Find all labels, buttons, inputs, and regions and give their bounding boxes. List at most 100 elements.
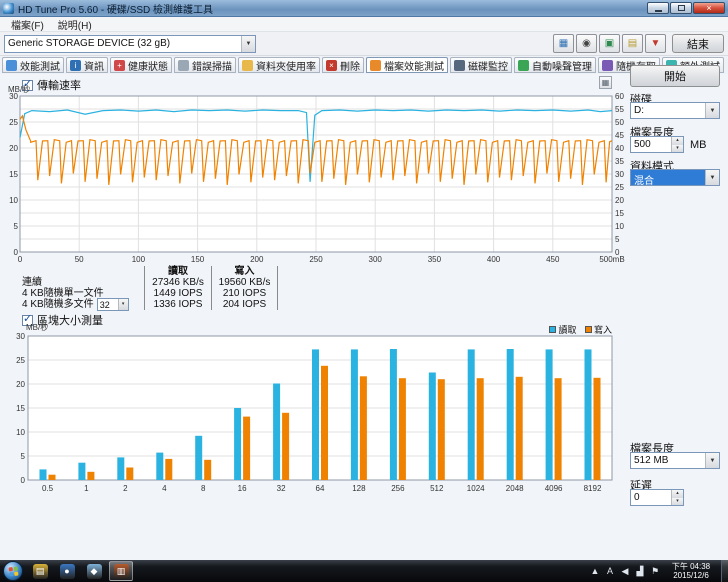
svg-text:MB/秒: MB/秒	[26, 322, 48, 332]
delay-field: ▴▾	[630, 489, 684, 506]
client-area: ✓ 傳輸速率 ▦ MB/秒051015202530051015202530354…	[0, 74, 728, 560]
svg-text:10: 10	[16, 428, 25, 437]
show-desktop-button[interactable]	[721, 560, 728, 582]
hdtune-app-icon	[3, 3, 14, 14]
taskbar-app-hdtune[interactable]: ▥	[109, 561, 133, 581]
taskbar-app-folder[interactable]: ▤	[28, 561, 52, 581]
tab-label: 效能測試	[20, 58, 60, 73]
delay-input[interactable]	[631, 490, 671, 505]
tab-benchmark[interactable]: 效能測試	[2, 57, 64, 73]
erase-icon: ×	[326, 60, 337, 71]
svg-text:200: 200	[250, 255, 264, 264]
disk-info-icon: ▦	[559, 38, 568, 49]
file-length-spinner[interactable]: ▴▾	[671, 137, 683, 152]
svg-text:15: 15	[9, 170, 18, 179]
svg-text:10: 10	[9, 196, 18, 205]
chevron-down-icon: ▼	[705, 453, 719, 468]
tab-label: 資料夾使用率	[256, 58, 316, 73]
row-label: 連續	[20, 277, 144, 288]
taskbar-app-hdtune-icon: ▥	[114, 564, 129, 579]
menu-file[interactable]: 檔案(F)	[4, 16, 51, 33]
copy-icon-button[interactable]: ▣	[599, 34, 620, 53]
file-length-field: ▴▾	[630, 136, 684, 153]
tab-label: 刪除	[340, 58, 360, 73]
minimize-button[interactable]	[647, 2, 669, 14]
toolbar-icon-buttons: ▦ ◉▣ ▤ ▼	[553, 34, 666, 53]
svg-text:30: 30	[16, 332, 25, 341]
tab-file-benchmark[interactable]: 檔案效能測試	[366, 57, 448, 73]
svg-text:16: 16	[238, 484, 247, 493]
tab-aam[interactable]: 自動噪聲管理	[514, 57, 596, 73]
tab-erase[interactable]: ×刪除	[322, 57, 364, 73]
tab-label: 檔案效能測試	[384, 58, 444, 73]
table-row-random-single: 4 KB隨機單一文件 1449 IOPS 210 IOPS	[20, 288, 278, 299]
legend-read-label: 讀取	[558, 323, 576, 336]
device-toolbar: Generic STORAGE DEVICE (32 gB) ▼ ▦ ◉▣ ▤ ▼ 結…	[0, 32, 728, 56]
menu-bar: 檔案(F) 說明(H)	[0, 17, 728, 32]
svg-text:35: 35	[615, 157, 624, 166]
camera-icon-button[interactable]: ◉	[576, 34, 597, 53]
read-column-header: 讀取	[144, 266, 211, 277]
row-write-value: 19560 KB/s	[211, 277, 278, 288]
queue-depth-select[interactable]: 32 ▾	[97, 298, 129, 311]
svg-text:0: 0	[18, 255, 23, 264]
svg-text:8: 8	[201, 484, 206, 493]
close-button[interactable]: ×	[693, 2, 725, 14]
start-menu-button[interactable]	[3, 561, 23, 581]
titlebar: HD Tune Pro 5.60 - 硬碟/SSD 檢測維護工具 ×	[0, 0, 728, 17]
save-icon-button[interactable]: ▤	[622, 34, 643, 53]
svg-text:32: 32	[277, 484, 286, 493]
network-icon[interactable]: ▟	[634, 566, 646, 577]
block-file-length-value: 512 MB	[631, 453, 705, 468]
taskbar-app-browser[interactable]: ●	[55, 561, 79, 581]
block-size-chart: MB/秒0510152025300.5124816326412825651210…	[6, 320, 628, 498]
device-select[interactable]: Generic STORAGE DEVICE (32 gB) ▼	[4, 35, 256, 53]
ime-language-icon[interactable]: A	[604, 566, 616, 576]
menu-help[interactable]: 說明(H)	[51, 16, 99, 33]
screen: HD Tune Pro 5.60 - 硬碟/SSD 檢測維護工具 × 檔案(F)…	[0, 0, 728, 582]
start-button[interactable]: 開始	[630, 65, 720, 87]
disk-info-icon-button[interactable]: ▦	[553, 34, 574, 53]
svg-text:5: 5	[21, 452, 26, 461]
row-read-value: 1336 IOPS	[144, 299, 211, 310]
volume-icon[interactable]: ◀	[619, 566, 631, 577]
tab-health[interactable]: +健康狀態	[110, 57, 172, 73]
table-row-sequential: 連續 27346 KB/s 19560 KB/s	[20, 277, 278, 288]
tray-time: 下午 04:38	[665, 562, 717, 571]
data-pattern-select[interactable]: 混合 ▼	[630, 169, 720, 186]
random-access-icon	[602, 60, 613, 71]
action-center-flag-icon[interactable]: ⚑	[649, 566, 661, 577]
write-column-header: 寫入	[211, 266, 278, 277]
tab-error-scan[interactable]: 錯誤掃描	[174, 57, 236, 73]
delay-spinner[interactable]: ▴▾	[671, 490, 683, 505]
tab-label: 錯誤掃描	[192, 58, 232, 73]
svg-text:0.5: 0.5	[42, 484, 54, 493]
svg-text:5: 5	[615, 235, 620, 244]
write-swatch-icon	[585, 326, 592, 333]
tab-folder-usage[interactable]: 資料夾使用率	[238, 57, 320, 73]
read-swatch-icon	[549, 326, 556, 333]
svg-text:10: 10	[615, 222, 624, 231]
save-icon: ▤	[628, 38, 637, 49]
svg-text:256: 256	[391, 484, 405, 493]
health-icon: +	[114, 60, 125, 71]
taskbar-app-media[interactable]: ◆	[82, 561, 106, 581]
taskbar-clock[interactable]: 下午 04:38 2015/12/6	[665, 562, 717, 580]
tab-disk-monitor[interactable]: 磁碟監控	[450, 57, 512, 73]
drive-select[interactable]: D: ▼	[630, 102, 720, 119]
svg-text:100: 100	[132, 255, 146, 264]
svg-text:2048: 2048	[506, 484, 524, 493]
block-file-length-select[interactable]: 512 MB ▼	[630, 452, 720, 469]
hidden-icons-chevron-icon[interactable]: ▲	[589, 566, 601, 576]
benchmark-icon	[6, 60, 17, 71]
svg-text:25: 25	[16, 356, 25, 365]
device-select-value: Generic STORAGE DEVICE (32 gB)	[5, 36, 241, 52]
transfer-rate-chart: MB/秒051015202530051015202530354045505560…	[6, 84, 628, 266]
maximize-button[interactable]	[670, 2, 692, 14]
aam-icon	[518, 60, 529, 71]
exit-button[interactable]: 結束	[672, 34, 724, 53]
power-icon-button[interactable]: ▼	[645, 34, 666, 53]
tab-info[interactable]: i資訊	[66, 57, 108, 73]
file-length-input[interactable]	[631, 137, 671, 152]
legend-read: 讀取	[549, 323, 576, 336]
